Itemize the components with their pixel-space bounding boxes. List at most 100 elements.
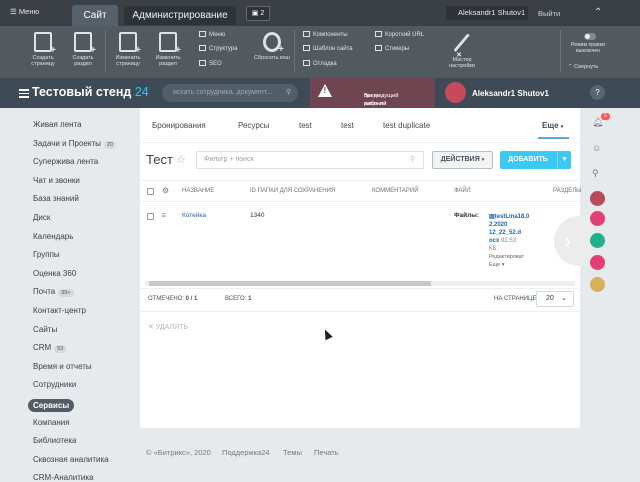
menu-link-label: Меню [209,32,226,38]
nav-item-test-1[interactable]: test [299,121,312,130]
support-link[interactable]: Поддержка24 [222,448,269,457]
edit-section-button[interactable]: Изменить раздел [152,32,184,67]
sidebar-item[interactable]: Календарь [33,232,73,241]
nav-item-test-2[interactable]: test [341,121,354,130]
nav-item-resources[interactable]: Ресурсы [238,121,270,130]
toolbar-separator [105,30,106,72]
sidebar-item[interactable]: Библиотека [33,436,77,445]
sidebar-item[interactable]: Сайты [33,325,57,334]
create-page-button[interactable]: Создать страницу [27,32,59,67]
column-sections[interactable]: РАЗДЕЛЫ [553,188,581,194]
sidebar-item[interactable]: Диск [33,213,50,222]
star-icon[interactable]: ☆ [176,153,186,166]
edit-section-label: Изменить раздел [155,55,181,67]
per-page-select[interactable]: 20 ⌄ [536,291,574,307]
column-comment[interactable]: КОММЕНТАРИЙ [372,188,419,194]
avatar[interactable] [590,211,605,226]
collapse-icon[interactable]: ⌃ [594,7,602,18]
avatar[interactable] [590,233,605,248]
sidebar-item[interactable]: Оценка 360 [33,269,76,278]
link-icon [375,31,382,37]
actions-button[interactable]: ДЕЙСТВИЯ ▾ [432,151,493,169]
menu-button[interactable]: ☰ Меню [10,7,39,16]
components-link-label: Компоненты [313,32,348,38]
file-name[interactable]: ▤testLina18.0 2.2020 12_22_52.d ocx 92.5… [489,213,549,245]
lock-icon[interactable] [590,255,605,270]
print-link[interactable]: Печать [314,448,339,457]
file-more-link[interactable]: Еще ▾ [489,261,549,269]
sidebar-item[interactable]: Почта 99+ [33,287,74,298]
nav-item-bookings[interactable]: Бронирования [152,121,206,130]
row-checkbox[interactable] [147,213,154,220]
chevron-down-icon: ▾ [560,124,564,130]
sidebar-item[interactable]: Сервисы [28,399,75,412]
sidebar-item[interactable]: База знаний [33,194,79,203]
create-section-button[interactable]: Создать раздел [67,32,99,67]
sidebar-item[interactable]: Сотрудники [33,380,76,389]
tab-site[interactable]: Сайт [72,5,118,26]
structure-link[interactable]: Структура [199,45,237,53]
seo-link[interactable]: SEO [199,60,222,68]
site-template-link[interactable]: Шаблон сайта [303,45,353,53]
sidebar-item[interactable]: Задачи и Проекты 20 [33,139,116,149]
logout-link[interactable]: Выйти [538,9,560,18]
add-dropdown-icon[interactable]: ▾ [557,151,571,169]
menu-link[interactable]: Меню [199,31,225,39]
column-folder-id[interactable]: ID ПАПКИ ДЛЯ СОХРАНЕНИЯ [250,188,335,194]
short-url-link[interactable]: Короткий URL [375,31,424,39]
notifications-button[interactable]: ▣ 2 [246,6,270,21]
sidebar-item-label: Библиотека [33,436,77,446]
edit-page-button[interactable]: Изменить страницу [112,32,144,67]
edit-mode-toggle[interactable] [584,33,596,40]
themes-link[interactable]: Темы [283,448,302,457]
avatar[interactable] [590,191,605,206]
search-icon[interactable]: ⚲ [592,168,599,179]
tab-administration[interactable]: Администрирование [124,6,236,25]
sidebar-item[interactable]: Супержива лента [33,157,98,166]
column-name[interactable]: НАЗВАНИЕ [182,188,214,194]
filter-search-input[interactable]: Фильтр + поиск ⚲ [196,151,424,169]
sidebar-item[interactable]: Контакт-центр [33,306,86,315]
setup-wizard-button[interactable]: Мастер настройки [444,32,480,69]
file-edit-link[interactable]: Редактироват [489,253,549,261]
clear-cache-button[interactable]: Сбросить кеш [254,32,290,61]
nav-more-button[interactable]: Еще ▾ [537,121,570,139]
sidebar-item[interactable]: CRM 53 [33,343,67,354]
sidebar-item-counter: 53 [54,345,67,354]
horizontal-scrollbar[interactable] [145,281,575,286]
gear-icon[interactable]: ⚙ [162,186,169,195]
logo-number: 24 [134,85,149,99]
add-button[interactable]: ДОБАВИТЬ ▾ [500,151,571,169]
header-user-name[interactable]: Aleksandr1 Shutov1 [472,89,549,98]
scrollbar-thumb[interactable] [149,281,431,286]
debug-link[interactable]: Отладка [303,60,337,68]
row-name[interactable]: Котейка [182,212,206,219]
row-menu-icon[interactable]: ≡ [161,210,166,220]
header-search-input[interactable]: искать сотрудника, документ... ⚲ [162,84,298,102]
nav-item-test-duplicate[interactable]: test duplicate [383,121,430,130]
sidebar-item[interactable]: Чат и звонки [33,176,80,185]
avatar[interactable] [445,82,466,103]
column-file[interactable]: ФАЙЛ [454,188,471,194]
collapse-toolbar-link[interactable]: ⌃ Свернуть [568,63,598,71]
help-icon[interactable]: ? [590,85,605,100]
search-icon[interactable]: ⚲ [286,84,291,102]
admin-user-button[interactable]: Aleksandr1 Shutov1 [446,6,528,20]
stickers-link[interactable]: Стикеры [375,45,409,53]
components-link[interactable]: Компоненты [303,31,348,39]
select-all-checkbox[interactable] [147,188,154,195]
search-icon[interactable]: ⚲ [410,152,415,168]
sidebar-item[interactable]: Сквозная аналитика [33,455,109,464]
hamburger-icon[interactable] [19,89,29,100]
sidebar-item[interactable]: Живая лента [33,120,82,129]
sidebar-item[interactable]: Группы [33,250,60,259]
sidebar-item[interactable]: Компания [33,418,70,427]
portal-logo[interactable]: Тестовый стенд 24 [32,85,149,99]
file-item[interactable]: ▤testLina18.0 2.2020 12_22_52.d ocx 92.5… [489,213,549,269]
sidebar-item[interactable]: CRM-Аналитика [33,473,93,482]
sidebar-item[interactable]: Время и отчеты [33,362,92,371]
workday-warning[interactable]: Вы не закрылипредыдущий рабочий день. [310,78,435,115]
avatar[interactable] [590,277,605,292]
chat-icon[interactable]: ☺ [592,143,601,153]
delete-button[interactable]: ✕ УДАЛИТЬ [148,323,188,331]
